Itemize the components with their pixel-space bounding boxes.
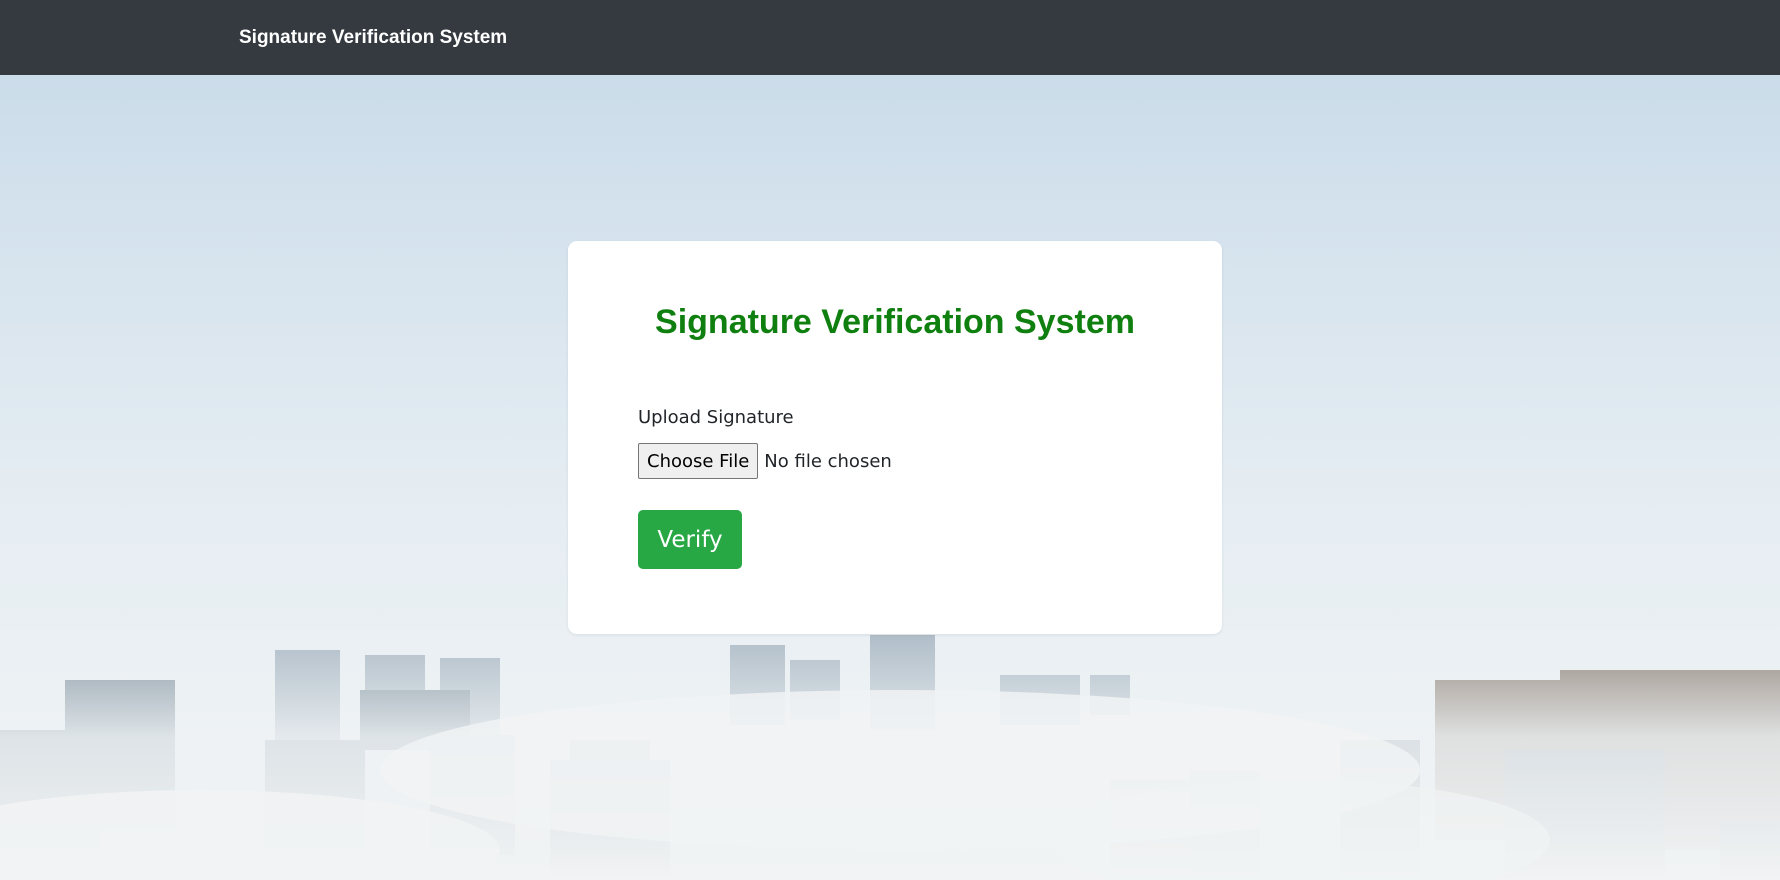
navbar-brand[interactable]: Signature Verification System [239, 27, 507, 49]
city-skyline-background [0, 620, 1780, 880]
verify-button[interactable]: Verify [638, 510, 742, 569]
verification-card: Signature Verification System Upload Sig… [568, 241, 1222, 634]
choose-file-button[interactable]: Choose File [638, 443, 759, 479]
file-status-text: No file chosen [764, 450, 892, 472]
signature-file-input[interactable]: Choose File No file chosen [638, 443, 892, 479]
upload-signature-label: Upload Signature [638, 407, 794, 428]
page: Signature Verification System Signature … [0, 0, 1780, 880]
navbar: Signature Verification System [0, 0, 1780, 75]
card-title: Signature Verification System [655, 303, 1135, 341]
